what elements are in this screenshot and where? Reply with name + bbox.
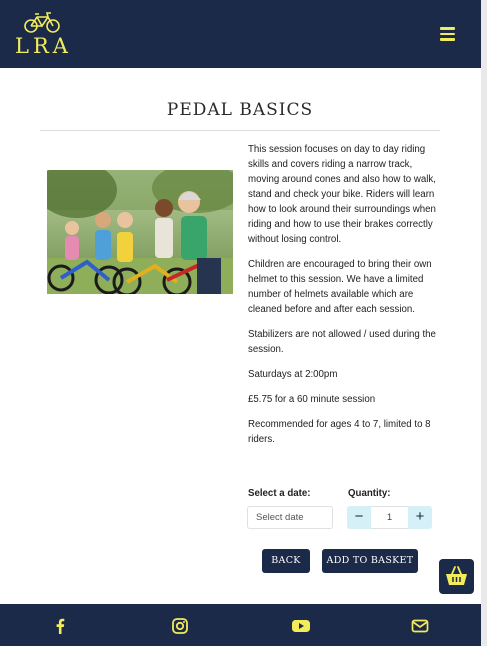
youtube-icon[interactable] bbox=[291, 617, 311, 635]
quantity-stepper: − 1 + bbox=[347, 506, 432, 529]
site-logo[interactable]: LRA bbox=[15, 11, 71, 59]
basket-icon bbox=[446, 566, 467, 585]
session-photo bbox=[47, 170, 233, 294]
add-to-basket-button[interactable]: ADD TO BASKET bbox=[322, 549, 418, 573]
description-paragraph: Stabilizers are not allowed / used durin… bbox=[248, 329, 436, 355]
description-paragraph: This session focuses on day to day ridin… bbox=[248, 144, 436, 245]
back-button[interactable]: BACK bbox=[262, 549, 310, 573]
basket-button[interactable] bbox=[439, 559, 474, 594]
date-input[interactable] bbox=[247, 506, 333, 529]
logo-text: LRA bbox=[15, 34, 72, 58]
facebook-icon[interactable] bbox=[51, 617, 69, 635]
scrollbar[interactable] bbox=[481, 0, 487, 646]
session-description: This session focuses on day to day ridin… bbox=[248, 142, 438, 457]
session-price: £5.75 for a 60 minute session bbox=[248, 394, 376, 405]
page-title: PEDAL BASICS bbox=[166, 100, 314, 120]
quantity-decrease-button[interactable]: − bbox=[347, 506, 371, 529]
site-header: LRA bbox=[0, 0, 481, 68]
email-icon[interactable] bbox=[411, 617, 429, 635]
session-ages: Recommended for ages 4 to 7, limited to … bbox=[248, 419, 431, 445]
date-label: Select a date: bbox=[248, 488, 311, 499]
quantity-increase-button[interactable]: + bbox=[408, 506, 432, 529]
instagram-icon[interactable] bbox=[171, 617, 189, 635]
quantity-input[interactable]: 1 bbox=[371, 506, 408, 529]
title-divider bbox=[40, 130, 440, 131]
session-schedule: Saturdays at 2:00pm bbox=[248, 369, 338, 380]
site-footer bbox=[0, 604, 481, 646]
description-paragraph: Children are encouraged to bring their o… bbox=[248, 259, 432, 315]
quantity-label: Quantity: bbox=[348, 488, 391, 499]
bicycle-icon bbox=[24, 12, 60, 33]
hamburger-menu-icon[interactable] bbox=[440, 27, 455, 41]
